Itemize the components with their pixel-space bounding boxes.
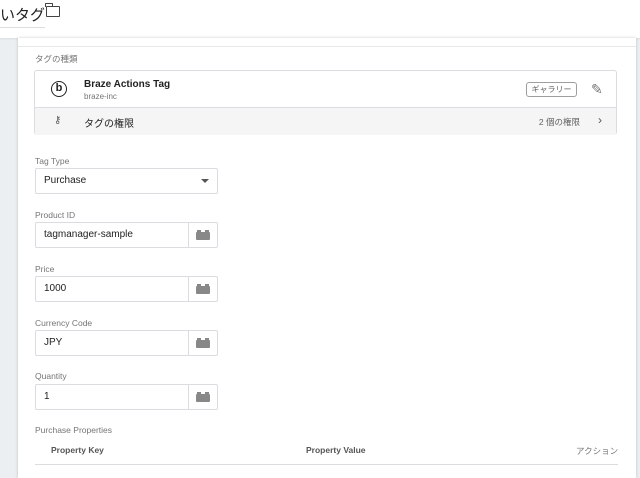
tag-type-label: Tag Type xyxy=(35,156,70,166)
tag-template-vendor: braze-inc xyxy=(84,92,117,101)
variable-picker-button[interactable] xyxy=(188,331,217,355)
purchase-properties-label: Purchase Properties xyxy=(35,425,113,435)
variable-picker-button[interactable] xyxy=(188,223,217,247)
currency-code-input[interactable]: JPY xyxy=(35,330,218,356)
column-header-action: アクション xyxy=(576,446,619,456)
divider xyxy=(18,46,636,47)
gallery-badge: ギャラリー xyxy=(526,82,577,97)
variable-picker-button[interactable] xyxy=(188,385,217,409)
tag-template-name: Braze Actions Tag xyxy=(84,79,171,90)
tag-config-card: タグの種類 b Braze Actions Tag braze-inc ギャラリ… xyxy=(18,38,636,478)
variable-brick-icon xyxy=(196,230,210,240)
variable-brick-icon xyxy=(196,338,210,348)
tag-permissions-row[interactable]: ⚷ タグの権限 2 個の権限 › xyxy=(35,108,616,135)
price-value: 1000 xyxy=(44,283,67,294)
header: いタグ xyxy=(0,0,640,38)
quantity-input[interactable]: 1 xyxy=(35,384,218,410)
tag-type-value: Purchase xyxy=(44,175,87,186)
tag-type-box: b Braze Actions Tag braze-inc ギャラリー ✎ ⚷ … xyxy=(34,70,617,135)
product-id-input[interactable]: tagmanager-sample xyxy=(35,222,218,248)
table-header-divider xyxy=(35,464,618,465)
variable-picker-button[interactable] xyxy=(188,277,217,301)
tag-type-heading: タグの種類 xyxy=(35,54,78,64)
price-label: Price xyxy=(35,264,55,274)
column-header-property-key: Property Key xyxy=(51,445,104,455)
quantity-value: 1 xyxy=(44,391,50,402)
currency-code-value: JPY xyxy=(44,337,63,348)
folder-icon[interactable] xyxy=(45,3,60,17)
quantity-label: Quantity xyxy=(35,371,67,381)
currency-code-label: Currency Code xyxy=(35,318,93,328)
edit-pencil-icon[interactable]: ✎ xyxy=(591,81,603,98)
chevron-right-icon: › xyxy=(598,113,602,127)
dropdown-arrow-icon xyxy=(201,179,209,183)
variable-brick-icon xyxy=(196,392,210,402)
permissions-count: 2 個の権限 xyxy=(538,117,580,127)
price-input[interactable]: 1000 xyxy=(35,276,218,302)
key-icon: ⚷ xyxy=(54,115,62,126)
column-header-property-value: Property Value xyxy=(306,445,366,455)
tag-type-select[interactable]: Purchase xyxy=(35,168,218,194)
product-id-label: Product ID xyxy=(35,210,76,220)
braze-logo-icon: b xyxy=(51,81,67,97)
product-id-value: tagmanager-sample xyxy=(44,229,133,240)
tag-title[interactable]: いタグ xyxy=(0,4,46,28)
permissions-label: タグの権限 xyxy=(84,119,134,130)
variable-brick-icon xyxy=(196,284,210,294)
tag-template-row[interactable]: b Braze Actions Tag braze-inc ギャラリー ✎ xyxy=(35,71,616,108)
